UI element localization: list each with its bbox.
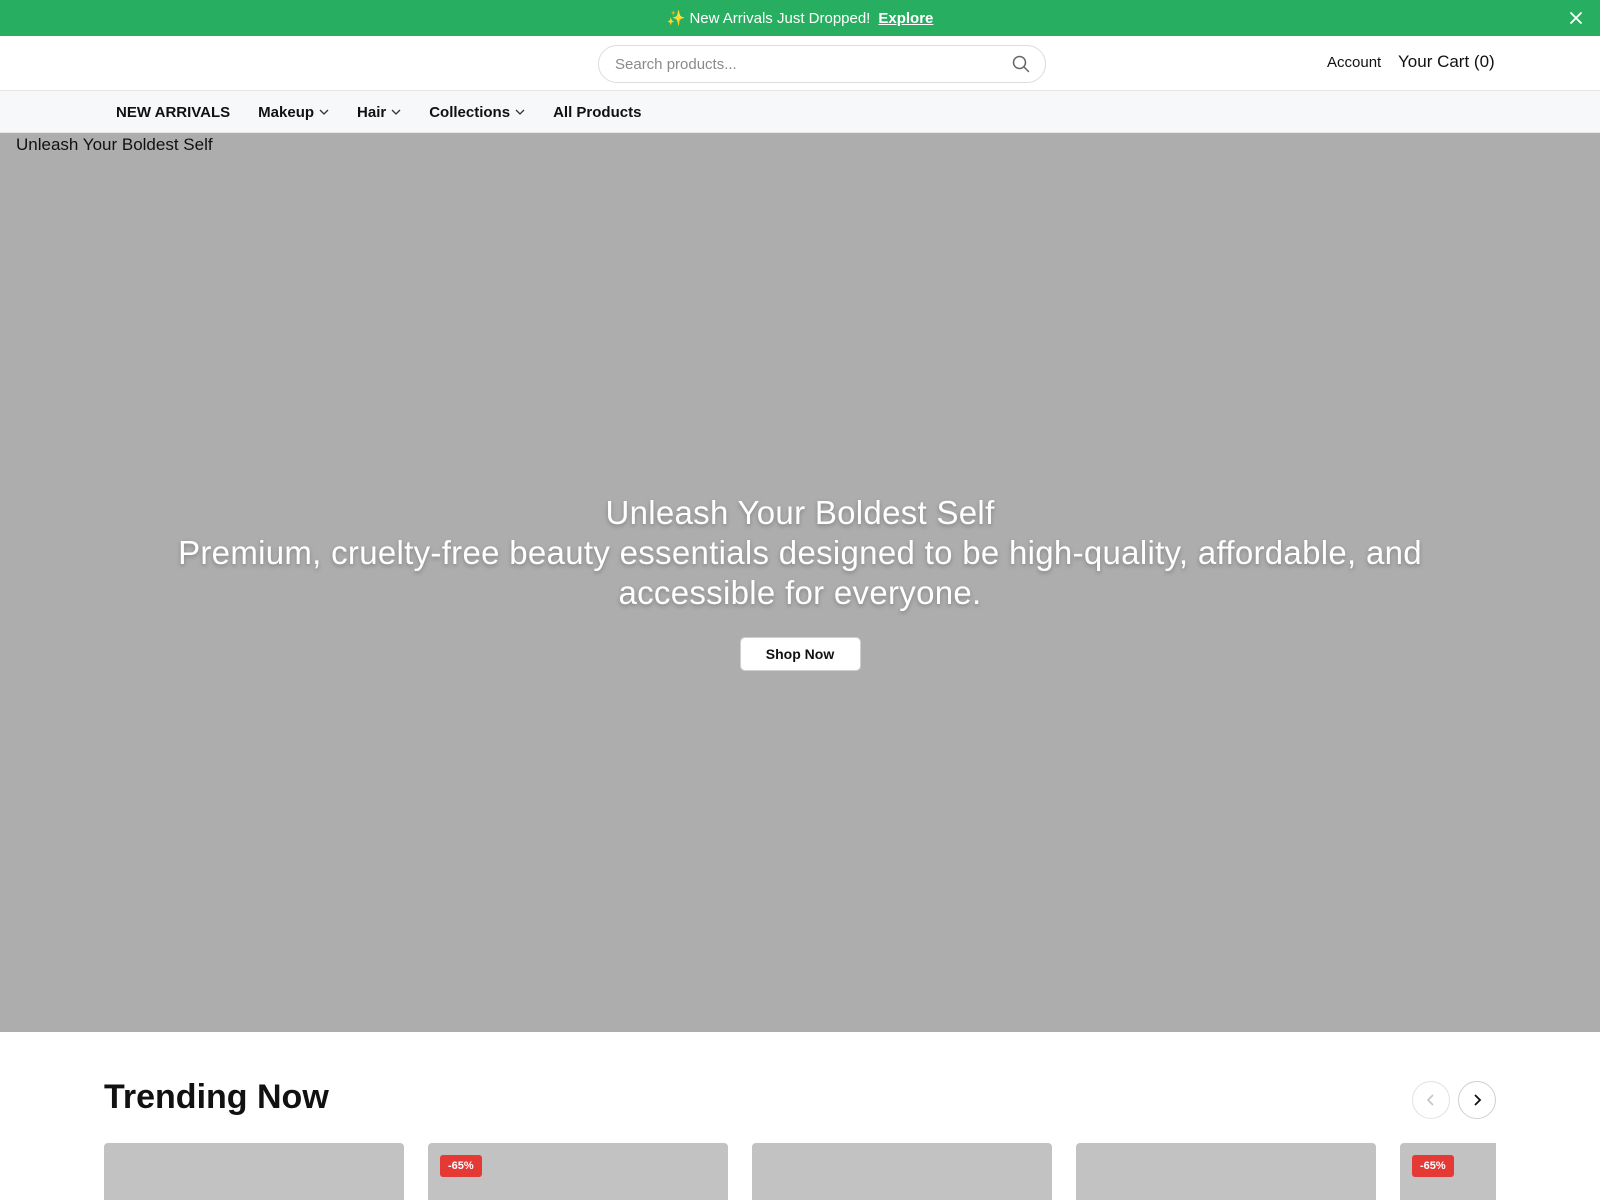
nav-list: NEW ARRIVALS Makeup Hair Collections All…: [0, 91, 1600, 133]
nav-item-label: All Products: [553, 103, 642, 121]
product-card[interactable]: [1076, 1143, 1376, 1200]
product-card[interactable]: [104, 1143, 404, 1200]
nav-item-all-products[interactable]: All Products: [553, 104, 641, 121]
announcement-text: ✨ New Arrivals Just Dropped!: [666, 10, 871, 27]
hero-image-alt: Unleash Your Boldest Self: [16, 135, 213, 154]
nav-item-hair[interactable]: Hair: [357, 104, 401, 121]
main-nav: NEW ARRIVALS Makeup Hair Collections All…: [0, 91, 1600, 133]
section-title: Trending Now: [104, 1078, 329, 1116]
chevron-right-icon: [1474, 1094, 1482, 1106]
announcement-explore-link[interactable]: Explore: [878, 10, 933, 27]
cart-link[interactable]: Your Cart (0): [1398, 52, 1495, 72]
search-bar: [598, 45, 1046, 83]
product-carousel: -65% -65%: [104, 1143, 1496, 1200]
hero-image-placeholder: Unleash Your Boldest Self: [0, 135, 213, 155]
nav-item-label: Hair: [357, 103, 387, 121]
hero-title: Unleash Your Boldest Self: [605, 494, 995, 531]
announcement-message-group: ✨ New Arrivals Just Dropped! Explore: [666, 9, 934, 28]
product-card[interactable]: -65%: [1400, 1143, 1496, 1200]
carousel-next-button[interactable]: [1458, 1081, 1496, 1119]
nav-item-label: Collections: [429, 103, 511, 121]
hero-banner: Unleash Your Boldest Self Unleash Your B…: [0, 133, 1600, 1032]
broken-image-icon: [0, 137, 16, 153]
account-link[interactable]: Account: [1327, 54, 1381, 71]
search-input[interactable]: [615, 55, 1011, 73]
nav-item-label: Makeup: [258, 103, 315, 121]
announcement-bar: ✨ New Arrivals Just Dropped! Explore: [0, 0, 1600, 36]
site-header: Account Your Cart (0): [0, 36, 1600, 91]
broken-image-icon: [1076, 1143, 1092, 1159]
chevron-down-icon: [391, 107, 401, 117]
chevron-left-icon: [1426, 1094, 1434, 1106]
nav-item-makeup[interactable]: Makeup: [258, 104, 329, 121]
chevron-down-icon: [515, 107, 525, 117]
chevron-down-icon: [319, 107, 329, 117]
discount-badge: -65%: [1412, 1155, 1454, 1177]
product-card[interactable]: -65%: [428, 1143, 728, 1200]
nav-item-label: NEW ARRIVALS: [116, 103, 231, 121]
hero-content: Unleash Your Boldest Self Premium, cruel…: [0, 493, 1600, 671]
shop-now-button[interactable]: Shop Now: [739, 637, 861, 671]
carousel-prev-button[interactable]: [1412, 1081, 1450, 1119]
hero-subtitle: Premium, cruelty-free beauty essentials …: [178, 534, 1422, 611]
discount-badge: -65%: [440, 1155, 482, 1177]
broken-image-icon: [752, 1143, 768, 1159]
search-icon[interactable]: [1011, 54, 1031, 74]
nav-item-collections[interactable]: Collections: [429, 104, 525, 121]
nav-item-new-arrivals[interactable]: NEW ARRIVALS: [116, 104, 230, 121]
close-icon[interactable]: [1566, 8, 1586, 28]
product-card[interactable]: [752, 1143, 1052, 1200]
broken-image-icon: [104, 1143, 120, 1159]
